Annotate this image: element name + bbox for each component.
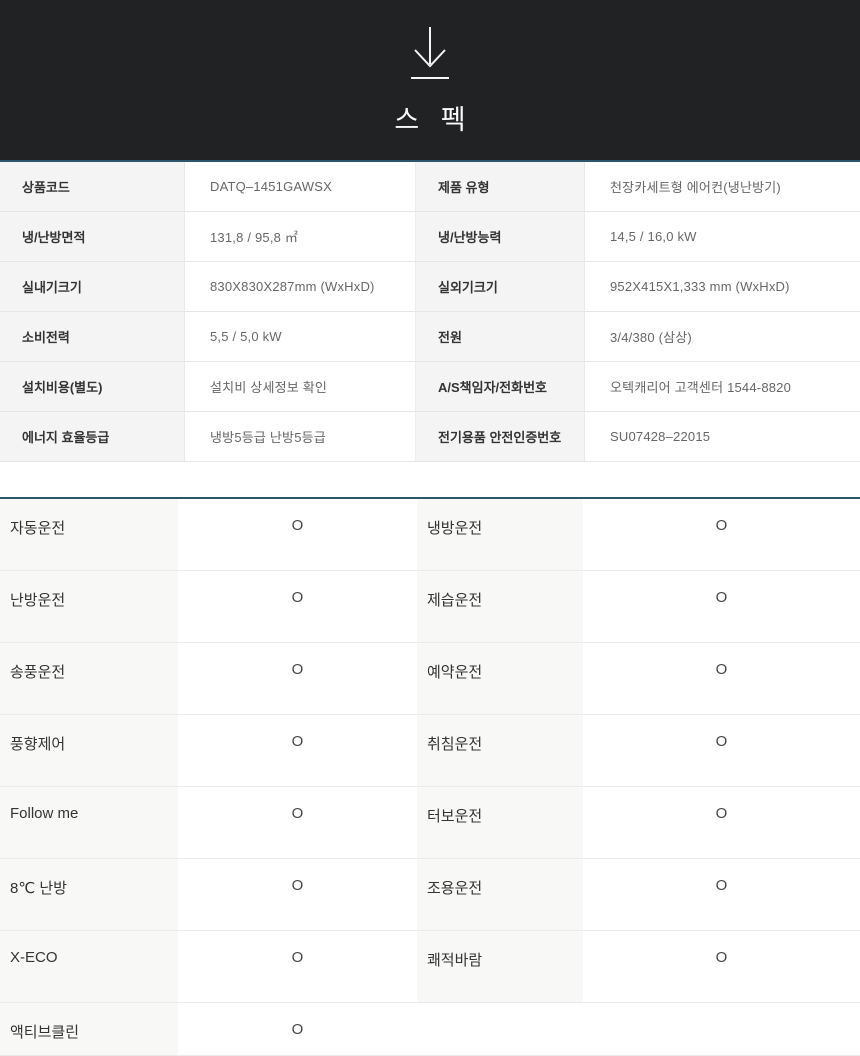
feature-mark-left: O — [178, 643, 417, 714]
feature-mark-right — [583, 1003, 860, 1055]
spec-label-right: 전기용품 안전인증번호 — [415, 412, 585, 461]
spec-row: 설치비용(별도)설치비 상세정보 확인A/S책임자/전화번호오텍캐리어 고객센터… — [0, 362, 860, 412]
feature-label-right: 조용운전 — [417, 859, 583, 930]
spec-row: 실내기크기830X830X287mm (WxHxD)실외기크기952X415X1… — [0, 262, 860, 312]
spec-value-left: 냉방5등급 난방5등급 — [185, 412, 415, 461]
feature-mark-left: O — [178, 715, 417, 786]
spec-row: 에너지 효율등급냉방5등급 난방5등급전기용품 안전인증번호SU07428–22… — [0, 412, 860, 462]
spec-label-right: 전원 — [415, 312, 585, 361]
feature-label-left: 난방운전 — [0, 571, 178, 642]
feature-label-left: X-ECO — [0, 931, 178, 1002]
spec-row: 소비전력5,5 / 5,0 kW전원3/4/380 (삼상) — [0, 312, 860, 362]
spec-row: 상품코드DATQ–1451GAWSX제품 유형천장카세트형 에어컨(냉난방기) — [0, 162, 860, 212]
feature-row: Follow meO터보운전O — [0, 787, 860, 859]
feature-label-right: 냉방운전 — [417, 499, 583, 570]
feature-label-left: Follow me — [0, 787, 178, 858]
spec-banner: 스 펙 — [0, 0, 860, 160]
feature-mark-left: O — [178, 859, 417, 930]
spec-label-left: 실내기크기 — [0, 262, 185, 311]
feature-mark-right: O — [583, 499, 860, 570]
spec-value-right: 3/4/380 (삼상) — [585, 312, 860, 361]
feature-row: 송풍운전O예약운전O — [0, 643, 860, 715]
feature-row: 풍향제어O취침운전O — [0, 715, 860, 787]
feature-row: 액티브클린O — [0, 1003, 860, 1056]
feature-row: 8℃ 난방O조용운전O — [0, 859, 860, 931]
feature-mark-right: O — [583, 931, 860, 1002]
spec-label-left: 에너지 효율등급 — [0, 412, 185, 461]
feature-mark-left: O — [178, 571, 417, 642]
spec-value-left: 설치비 상세정보 확인 — [185, 362, 415, 411]
spec-label-left: 설치비용(별도) — [0, 362, 185, 411]
feature-label-right: 취침운전 — [417, 715, 583, 786]
feature-table: 자동운전O냉방운전O난방운전O제습운전O송풍운전O예약운전O풍향제어O취침운전O… — [0, 497, 860, 1056]
section-title: 스 펙 — [387, 98, 472, 137]
spec-label-left: 소비전력 — [0, 312, 185, 361]
feature-mark-right: O — [583, 571, 860, 642]
feature-mark-right: O — [583, 715, 860, 786]
spec-value-right: 952X415X1,333 mm (WxHxD) — [585, 262, 860, 311]
spec-value-left: 131,8 / 95,8 ㎡ — [185, 212, 415, 261]
feature-label-right: 제습운전 — [417, 571, 583, 642]
feature-row: X-ECOO쾌적바람O — [0, 931, 860, 1003]
feature-row: 자동운전O냉방운전O — [0, 499, 860, 571]
feature-mark-left: O — [178, 1003, 417, 1055]
spec-label-right: 실외기크기 — [415, 262, 585, 311]
down-arrow-icon — [407, 25, 453, 85]
feature-mark-left: O — [178, 499, 417, 570]
feature-mark-left: O — [178, 931, 417, 1002]
feature-label-right: 쾌적바람 — [417, 931, 583, 1002]
spec-label-right: 냉/난방능력 — [415, 212, 585, 261]
product-spec-page: 스 펙 상품코드DATQ–1451GAWSX제품 유형천장카세트형 에어컨(냉난… — [0, 0, 860, 1056]
feature-label-left: 풍향제어 — [0, 715, 178, 786]
spec-label-right: 제품 유형 — [415, 162, 585, 211]
feature-mark-left: O — [178, 787, 417, 858]
spec-row: 냉/난방면적131,8 / 95,8 ㎡냉/난방능력14,5 / 16,0 kW — [0, 212, 860, 262]
spec-table: 상품코드DATQ–1451GAWSX제품 유형천장카세트형 에어컨(냉난방기)냉… — [0, 160, 860, 462]
feature-label-right: 예약운전 — [417, 643, 583, 714]
spec-value-right: 천장카세트형 에어컨(냉난방기) — [585, 162, 860, 211]
spec-value-left: DATQ–1451GAWSX — [185, 162, 415, 211]
feature-mark-right: O — [583, 643, 860, 714]
feature-label-right — [417, 1003, 583, 1055]
feature-label-left: 8℃ 난방 — [0, 859, 178, 930]
spec-value-right: 오텍캐리어 고객센터 1544-8820 — [585, 362, 860, 411]
spec-value-right: SU07428–22015 — [585, 412, 860, 461]
spec-label-left: 상품코드 — [0, 162, 185, 211]
feature-label-right: 터보운전 — [417, 787, 583, 858]
feature-row: 난방운전O제습운전O — [0, 571, 860, 643]
spec-label-right: A/S책임자/전화번호 — [415, 362, 585, 411]
feature-label-left: 액티브클린 — [0, 1003, 178, 1055]
spec-value-right: 14,5 / 16,0 kW — [585, 212, 860, 261]
feature-mark-right: O — [583, 859, 860, 930]
spec-label-left: 냉/난방면적 — [0, 212, 185, 261]
feature-label-left: 자동운전 — [0, 499, 178, 570]
table-gap — [0, 462, 860, 497]
spec-value-left: 830X830X287mm (WxHxD) — [185, 262, 415, 311]
spec-value-left: 5,5 / 5,0 kW — [185, 312, 415, 361]
feature-mark-right: O — [583, 787, 860, 858]
feature-label-left: 송풍운전 — [0, 643, 178, 714]
